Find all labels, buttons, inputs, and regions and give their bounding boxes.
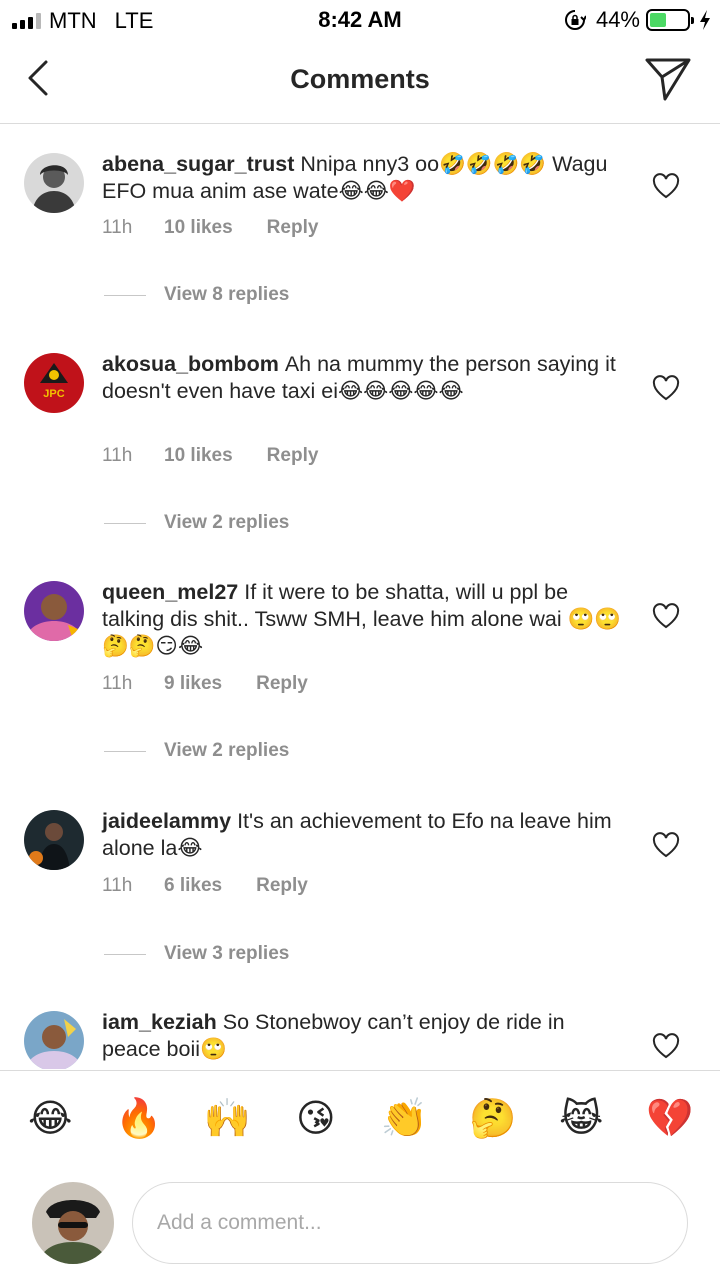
heart-icon[interactable] [652,832,680,858]
emoji-fire-button[interactable]: 🔥 [109,1097,169,1141]
comment-username[interactable]: abena_sugar_trust [102,152,294,176]
avatar-logo-text: JPC [43,388,64,400]
comment-meta: 11h 10 likes Reply [102,445,318,467]
view-replies-button[interactable]: View 8 replies [104,284,289,306]
heart-icon[interactable] [652,375,680,401]
view-replies-button[interactable]: View 2 replies [104,512,289,534]
battery-icon [646,9,694,31]
comment-time: 11h [102,445,133,466]
comment-meta: 11h 6 likes Reply [102,875,308,897]
paper-plane-icon[interactable] [644,56,692,102]
comment-likes[interactable]: 10 likes [164,445,233,467]
heart-icon[interactable] [652,173,680,199]
view-replies-button[interactable]: View 3 replies [104,943,289,965]
comment-body: jaideelammy It's an achievement to Efo na… [102,808,622,862]
comment-composer [0,1170,720,1280]
reply-button[interactable]: Reply [256,875,308,897]
battery-percent: 44% [595,7,640,32]
comment-body: iam_keziah So Stonebwoy can’t enjoy de ri… [102,1009,622,1063]
divider-line [104,294,146,296]
emoji-bar: 😂 🔥 🙌 😘 👏 🤔 😹 💔 [0,1070,720,1166]
view-replies-label: View 2 replies [164,512,290,533]
emoji-clap-button[interactable]: 👏 [374,1097,434,1141]
page-title: Comments [290,64,430,94]
comments-list[interactable]: abena_sugar_trust Nnipa nny3 oo🤣🤣🤣🤣 Wagu … [0,125,720,1069]
comment-body: queen_mel27 If it were to be shatta, will… [102,579,622,660]
comment-likes[interactable]: 6 likes [164,875,222,897]
comment-username[interactable]: iam_keziah [102,1010,217,1034]
emoji-cat-joy-button[interactable]: 😹 [551,1096,611,1141]
reply-button[interactable]: Reply [267,445,319,467]
divider-line [104,953,146,955]
view-replies-label: View 3 replies [164,943,290,964]
divider-line [104,750,146,752]
rotation-lock-icon [564,10,586,30]
comment-likes[interactable]: 9 likes [164,673,222,695]
comment-meta: 11h 10 likes Reply [102,217,318,239]
heart-icon[interactable] [652,603,680,629]
avatar[interactable] [24,1011,84,1069]
status-right: 44% [564,7,712,33]
view-replies-button[interactable]: View 2 replies [104,740,289,762]
avatar[interactable] [24,810,84,870]
avatar[interactable] [24,153,84,213]
comment-time: 11h [102,217,133,238]
comment-username[interactable]: akosua_bombom [102,352,279,376]
comment-username[interactable]: jaideelammy [102,809,231,833]
view-replies-label: View 2 replies [164,740,290,761]
emoji-raised-hands-button[interactable]: 🙌 [197,1097,257,1141]
header: Comments [0,40,720,124]
comment-time: 11h [102,875,133,896]
comment-username[interactable]: queen_mel27 [102,580,238,604]
emoji-broken-heart-button[interactable]: 💔 [640,1097,700,1141]
emoji-thinking-button[interactable]: 🤔 [463,1097,523,1141]
comment-time: 11h [102,673,133,694]
comment-body: akosua_bombom Ah na mummy the person sayi… [102,351,622,405]
avatar[interactable] [24,581,84,641]
reply-button[interactable]: Reply [267,217,319,239]
charging-bolt-icon [700,10,710,30]
emoji-tears-of-joy-button[interactable]: 😂 [20,1096,80,1141]
heart-icon[interactable] [652,1033,680,1059]
emoji-kiss-button[interactable]: 😘 [286,1096,346,1141]
comment-meta: 11h 9 likes Reply [102,673,308,695]
view-replies-label: View 8 replies [164,284,290,305]
comment-body: abena_sugar_trust Nnipa nny3 oo🤣🤣🤣🤣 Wagu … [102,151,622,205]
comment-input[interactable] [132,1182,688,1264]
status-bar: MTN LTE 8:42 AM 44% [0,0,720,40]
current-user-avatar [32,1182,114,1264]
divider-line [104,522,146,524]
avatar[interactable]: JPC [24,353,84,413]
reply-button[interactable]: Reply [256,673,308,695]
comment-likes[interactable]: 10 likes [164,217,233,239]
